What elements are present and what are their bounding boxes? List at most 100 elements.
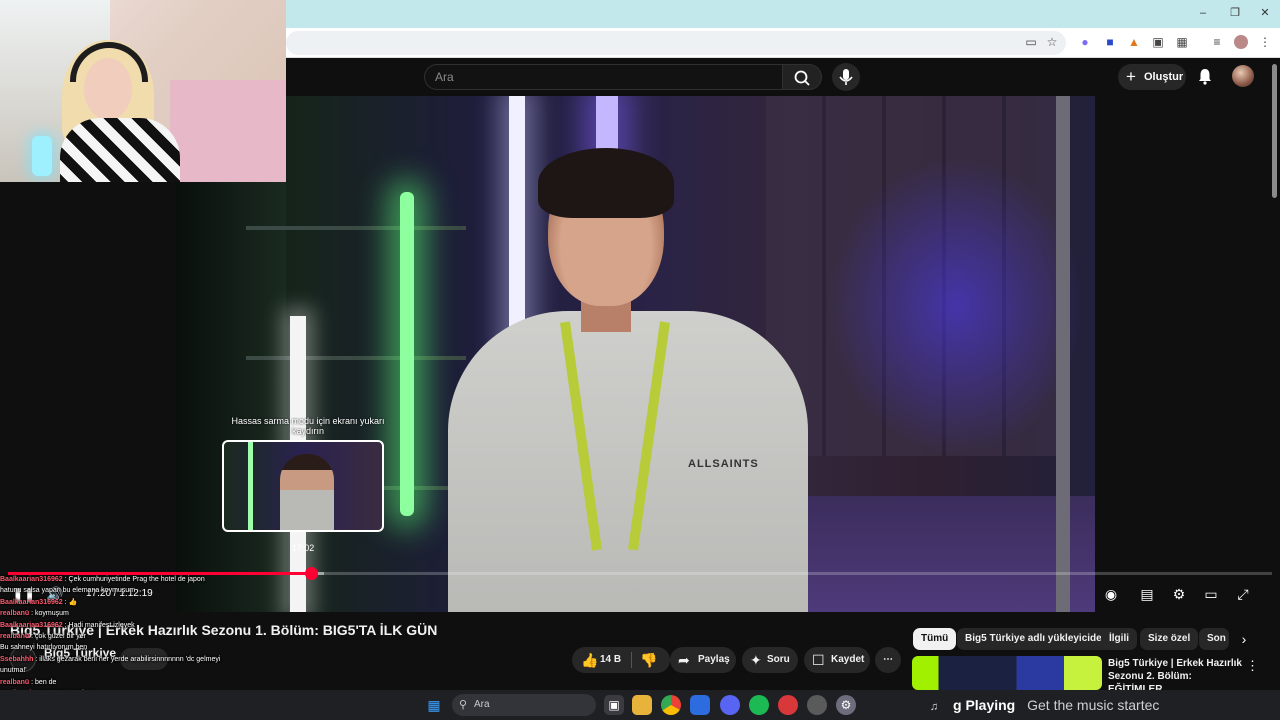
music-note-icon: ♫ [929, 701, 939, 713]
chat-text: : Hadi manifest izleyek [64, 621, 135, 629]
chat-username: Baalkaarian316962 [0, 621, 63, 629]
bookmark-icon: ☐ [812, 652, 825, 668]
chat-text: : çok güzel bir yer [31, 633, 86, 641]
chat-text: unutma!' [0, 667, 27, 675]
like-button[interactable]: 👍 14 B 👎 [572, 647, 670, 673]
address-bar[interactable] [286, 31, 1066, 55]
chat-username: realbanü [0, 678, 30, 686]
preview-scene-person [280, 454, 334, 530]
now-playing-widget[interactable]: ♫ g Playing Get the music startec [925, 692, 1195, 718]
chip-related[interactable]: İlgili [1101, 628, 1137, 650]
chat-username: Ssebahhh [0, 655, 34, 663]
obs-icon[interactable] [807, 695, 827, 715]
bell-icon[interactable] [1196, 67, 1214, 85]
hoodie-brand-text: ALLSAINTS [688, 458, 759, 470]
chat-message: realbanü : ben de [0, 677, 330, 688]
video-scene-shelf [246, 356, 466, 360]
search-placeholder: Ara [435, 70, 454, 84]
preview-scene-light [248, 442, 253, 530]
video-scene-pillar [1056, 96, 1070, 612]
account-avatar[interactable] [1232, 65, 1254, 87]
spotify-icon[interactable] [749, 695, 769, 715]
webcam-lamp [32, 136, 52, 176]
search-button[interactable] [782, 64, 822, 90]
video-player[interactable]: ALLSAINTS [176, 96, 1095, 612]
chat-message: Baalkaarian316962 : Çek cumhuriyetinde P… [0, 574, 330, 585]
chip-all[interactable]: Tümü [913, 628, 957, 650]
file-explorer-icon[interactable] [632, 695, 652, 715]
create-button[interactable]: + Oluştur [1118, 64, 1186, 90]
app-icon[interactable] [778, 695, 798, 715]
thumbs-down-icon[interactable]: 👎 [640, 647, 657, 673]
chip-uploader[interactable]: Big5 Türkiye adlı yükleyiciden [957, 628, 1116, 650]
chat-message: realbanü : çok güzel bir yer [0, 631, 330, 642]
thumbs-up-icon: 👍 [581, 652, 599, 668]
fullscreen-icon[interactable]: ⤢ [1234, 586, 1252, 602]
app-icon[interactable] [690, 695, 710, 715]
webcam-person-body [60, 118, 180, 182]
related-video-menu-icon[interactable]: ⋮ [1246, 658, 1259, 674]
menu-dots-icon[interactable]: ⋮ [1258, 35, 1272, 49]
search-input[interactable]: Ara [424, 64, 782, 90]
theater-mode-icon[interactable]: ▭ [1202, 586, 1220, 602]
windows-start-icon[interactable]: ▦ [424, 695, 444, 715]
related-video-thumbnail[interactable] [912, 656, 1102, 690]
save-button[interactable]: ☐ Kaydet [804, 647, 870, 673]
install-app-icon[interactable]: ▭ [1024, 35, 1038, 49]
subtitles-icon[interactable]: ▤ [1138, 586, 1156, 602]
extension-icon[interactable]: ■ [1103, 35, 1117, 49]
chat-text: : koymuşum [31, 610, 69, 618]
mic-icon [839, 69, 853, 85]
chat-username: realbanü [0, 610, 30, 618]
screen: – ❐ ✕ ▭ ☆ ● ■ ▲ ▣ ▦ ≡ ⋮ Ara + Oluştur AL… [0, 0, 1280, 720]
discord-icon[interactable] [720, 695, 740, 715]
close-icon[interactable]: ✕ [1258, 6, 1272, 20]
like-divider [631, 652, 632, 668]
minimize-icon[interactable]: – [1196, 6, 1210, 20]
video-scene-neon-light [400, 192, 414, 516]
chat-message: Baalkaarian316962 : 👍 [0, 597, 330, 608]
extensions-puzzle-icon[interactable]: ▦ [1175, 35, 1189, 49]
chip-for-you[interactable]: Size özel [1140, 628, 1199, 650]
save-label: Kaydet [831, 654, 865, 665]
share-icon: ➦ [678, 652, 690, 668]
chrome-icon[interactable] [661, 695, 681, 715]
settings-gear-icon[interactable]: ⚙ [836, 695, 856, 715]
page-scrollbar[interactable] [1272, 64, 1277, 198]
bookmark-star-icon[interactable]: ☆ [1045, 35, 1059, 49]
chat-message: Baalkaarian316962 : Hadi manifest izleye… [0, 620, 330, 631]
taskbar-search[interactable]: ⚲ Ara [452, 694, 596, 716]
chat-message: Ssebahhh : illaks gezarak beni her yerde… [0, 654, 330, 665]
settings-gear-icon[interactable]: ⚙ [1170, 586, 1188, 602]
search-icon [794, 70, 810, 86]
task-view-icon[interactable]: ▣ [604, 695, 624, 715]
chat-text: hatunu salsa yapan bu elemana koymuşum [0, 587, 136, 595]
search-icon: ⚲ [459, 699, 468, 711]
more-actions-button[interactable]: ⋯ [875, 647, 901, 673]
chevron-right-icon[interactable]: › [1236, 631, 1252, 647]
voice-search-button[interactable] [832, 63, 860, 91]
video-scene-shelf [246, 226, 466, 230]
extension-icon[interactable]: ▲ [1127, 35, 1141, 49]
chip-recent[interactable]: Son [1199, 628, 1229, 650]
chat-username: Baalkaarian316962 [0, 598, 63, 606]
ask-label: Soru [767, 654, 790, 665]
taskbar-search-label: Ara [474, 699, 490, 710]
extension-icon[interactable]: ● [1078, 35, 1092, 49]
profile-icon[interactable] [1234, 35, 1248, 49]
ask-button[interactable]: ✦ Soru [742, 647, 798, 673]
reading-list-icon[interactable]: ≡ [1210, 35, 1224, 49]
chat-text: : Çek cumhuriyetinde Prag the hotel de j… [64, 576, 205, 583]
seek-preview-time: 17:02 [291, 543, 315, 553]
streamer-webcam [0, 0, 286, 182]
chat-username: Baalkaarian316962 [0, 576, 63, 583]
share-button[interactable]: ➦ Paylaş [670, 647, 736, 673]
extension-icon[interactable]: ▣ [1151, 35, 1165, 49]
autoplay-toggle-icon[interactable]: ◉ [1102, 586, 1120, 602]
chat-text: : 👍 [64, 598, 78, 606]
chat-message: unutma!' [0, 665, 330, 676]
share-label: Paylaş [698, 654, 730, 665]
restore-icon[interactable]: ❐ [1228, 6, 1242, 20]
chat-text: Bu sahneyi hatırlıyorum ben [0, 644, 88, 652]
sparkle-icon: ✦ [750, 652, 762, 668]
